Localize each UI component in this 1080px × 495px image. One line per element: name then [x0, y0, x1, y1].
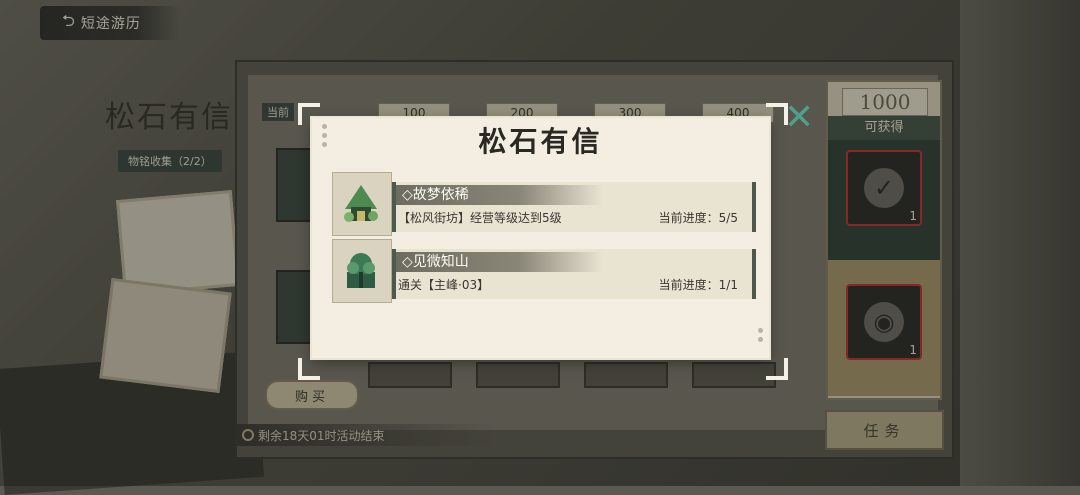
task-row-1: ◇故梦依稀 【松风街坊】经营等级达到5级 当前进度：5/5: [332, 172, 756, 236]
task-requirement: 通关【主峰·03】: [398, 278, 490, 292]
modal-title: 松石有信: [478, 125, 603, 158]
modal-corner: [766, 358, 788, 380]
task-requirement: 【松风街坊】经营等级达到5级: [398, 211, 562, 225]
modal-corner: [298, 358, 320, 380]
task-name: ◇故梦依稀: [396, 185, 602, 205]
dots-decoration: [758, 328, 764, 346]
house-art-icon: [344, 185, 378, 222]
tree-art-icon: [347, 253, 375, 288]
item-thumbnail: [332, 239, 392, 303]
task-row-2: ◇见微知山 通关【主峰·03】 当前进度：1/1: [332, 239, 756, 303]
item-thumbnail: [332, 172, 392, 236]
task-progress: 当前进度：1/1: [658, 278, 738, 292]
task-name: ◇见微知山: [396, 252, 602, 272]
task-progress: 当前进度：5/5: [658, 211, 738, 225]
task-modal: 松石有信 ◇故梦依稀 【松风街坊】经营等级达到5级 当前进度：5/5 ◇见微知山…: [312, 118, 769, 358]
close-icon[interactable]: ✕: [784, 100, 814, 136]
